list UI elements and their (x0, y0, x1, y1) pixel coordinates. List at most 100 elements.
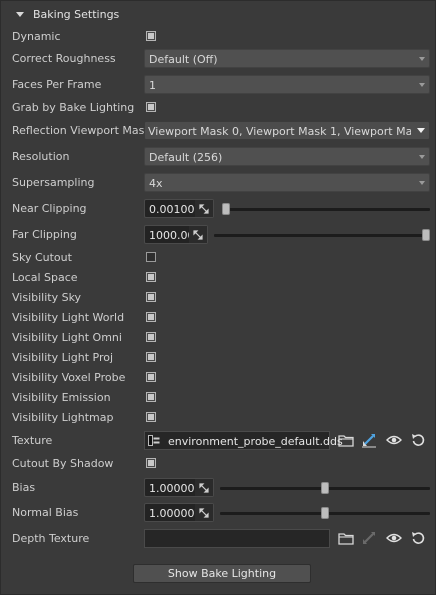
row-texture: Texture environment_probe_default.dds (0, 431, 436, 451)
faces-per-frame-select[interactable]: 1 (144, 75, 430, 94)
bias-slider-handle[interactable] (321, 482, 329, 494)
local-space-checkbox[interactable] (146, 272, 156, 282)
row-sky-cutout: Sky Cutout (0, 248, 436, 268)
reflection-viewport-mask-select[interactable]: Viewport Mask 0, Viewport Mask 1, Viewpo… (144, 121, 430, 140)
dynamic-label: Dynamic (12, 30, 61, 43)
expand-arrows-icon[interactable] (195, 479, 213, 496)
row-visibility-light-world: Visibility Light World (0, 308, 436, 328)
expand-arrows-icon[interactable] (195, 504, 213, 521)
visibility-light-proj-checkbox[interactable] (146, 352, 156, 362)
dynamic-checkbox[interactable] (146, 31, 156, 41)
bias-label: Bias (12, 481, 36, 494)
expand-arrows-icon[interactable] (195, 200, 213, 217)
row-normal-bias: Normal Bias 1.00000 (0, 503, 436, 523)
row-local-space: Local Space (0, 268, 436, 288)
local-space-label: Local Space (12, 271, 78, 284)
row-visibility-emission: Visibility Emission (0, 388, 436, 408)
row-visibility-sky: Visibility Sky (0, 288, 436, 308)
near-clipping-value: 0.00100 (149, 203, 195, 216)
normal-bias-input[interactable]: 1.00000 (144, 503, 214, 522)
supersampling-select[interactable]: 4x (144, 173, 430, 192)
near-clipping-input[interactable]: 0.00100 (144, 199, 214, 218)
row-resolution: Resolution Default (256) (0, 147, 436, 167)
cutout-by-shadow-label: Cutout By Shadow (12, 457, 114, 470)
row-dynamic: Dynamic (0, 27, 436, 47)
correct-roughness-select[interactable]: Default (Off) (144, 49, 430, 68)
cutout-by-shadow-checkbox[interactable] (146, 458, 156, 468)
grab-by-bake-lighting-label: Grab by Bake Lighting (12, 101, 135, 114)
row-correct-roughness: Correct Roughness Default (Off) (0, 49, 436, 69)
reflection-viewport-mask-value: Viewport Mask 0, Viewport Mask 1, Viewpo… (148, 125, 411, 138)
row-near-clipping: Near Clipping 0.00100 (0, 199, 436, 219)
row-cutout-by-shadow: Cutout By Shadow (0, 454, 436, 474)
bias-input[interactable]: 1.00000 (144, 478, 214, 497)
row-visibility-voxel-probe: Visibility Voxel Probe (0, 368, 436, 388)
near-clipping-slider-handle[interactable] (222, 203, 230, 215)
eye-icon[interactable] (386, 432, 402, 448)
reset-icon[interactable] (410, 530, 426, 546)
sky-cutout-label: Sky Cutout (12, 251, 72, 264)
visibility-voxel-probe-checkbox[interactable] (146, 372, 156, 382)
near-clipping-label: Near Clipping (12, 202, 87, 215)
resolution-select[interactable]: Default (256) (144, 147, 430, 166)
baking-settings-panel: Baking Settings Dynamic Correct Roughnes… (0, 0, 436, 595)
resolution-label: Resolution (12, 150, 70, 163)
correct-roughness-label: Correct Roughness (12, 52, 116, 65)
reflection-viewport-mask-label: Reflection Viewport Mask (12, 124, 151, 137)
texture-path-value: environment_probe_default.dds (168, 435, 343, 448)
row-visibility-light-proj: Visibility Light Proj (0, 348, 436, 368)
visibility-light-world-label: Visibility Light World (12, 311, 125, 324)
edit-icon[interactable] (361, 432, 377, 448)
texture-label: Texture (12, 434, 53, 447)
visibility-emission-label: Visibility Emission (12, 391, 111, 404)
section-title: Baking Settings (33, 7, 120, 21)
far-clipping-input[interactable]: 1000.00 (144, 225, 208, 244)
row-visibility-light-omni: Visibility Light Omni (0, 328, 436, 348)
visibility-emission-checkbox[interactable] (146, 392, 156, 402)
row-visibility-lightmap: Visibility Lightmap (0, 408, 436, 428)
depth-texture-label: Depth Texture (12, 532, 90, 545)
depth-texture-path-field[interactable] (144, 529, 330, 548)
visibility-lightmap-label: Visibility Lightmap (12, 411, 114, 424)
supersampling-label: Supersampling (12, 176, 95, 189)
chevron-down-icon (417, 128, 425, 133)
visibility-sky-label: Visibility Sky (12, 291, 82, 304)
chevron-down-icon (419, 155, 425, 159)
row-supersampling: Supersampling 4x (0, 173, 436, 193)
visibility-lightmap-checkbox[interactable] (146, 412, 156, 422)
sky-cutout-checkbox[interactable] (146, 252, 156, 262)
visibility-light-omni-checkbox[interactable] (146, 332, 156, 342)
resolution-value: Default (256) (149, 151, 223, 164)
eye-icon[interactable] (386, 530, 402, 546)
bias-value: 1.00000 (149, 482, 195, 495)
expand-arrows-icon[interactable] (189, 226, 207, 243)
visibility-sky-checkbox[interactable] (146, 292, 156, 302)
normal-bias-slider-handle[interactable] (321, 507, 329, 519)
section-header[interactable]: Baking Settings (16, 7, 119, 21)
chevron-down-icon (419, 181, 425, 185)
visibility-light-omni-label: Visibility Light Omni (12, 331, 122, 344)
visibility-light-proj-label: Visibility Light Proj (12, 351, 114, 364)
far-clipping-slider[interactable] (214, 234, 430, 237)
row-reflection-viewport-mask: Reflection Viewport Mask Viewport Mask 0… (0, 121, 436, 141)
row-far-clipping: Far Clipping 1000.00 (0, 225, 436, 245)
far-clipping-label: Far Clipping (12, 228, 77, 241)
row-faces-per-frame: Faces Per Frame 1 (0, 75, 436, 95)
show-bake-lighting-button[interactable]: Show Bake Lighting (133, 564, 311, 583)
row-depth-texture: Depth Texture (0, 529, 436, 549)
row-grab-by-bake-lighting: Grab by Bake Lighting (0, 98, 436, 118)
folder-icon[interactable] (338, 530, 354, 546)
folder-icon[interactable] (338, 432, 354, 448)
normal-bias-label: Normal Bias (12, 506, 79, 519)
reset-icon[interactable] (410, 432, 426, 448)
triangle-down-icon[interactable] (16, 11, 24, 17)
near-clipping-slider[interactable] (222, 208, 430, 211)
visibility-light-world-checkbox[interactable] (146, 312, 156, 322)
edit-icon (361, 530, 377, 546)
chevron-down-icon (419, 83, 425, 87)
chevron-down-icon (419, 57, 425, 61)
far-clipping-slider-handle[interactable] (422, 229, 430, 241)
texture-path-field[interactable]: environment_probe_default.dds (144, 431, 343, 450)
normal-bias-value: 1.00000 (149, 507, 195, 520)
grab-by-bake-lighting-checkbox[interactable] (146, 102, 156, 112)
